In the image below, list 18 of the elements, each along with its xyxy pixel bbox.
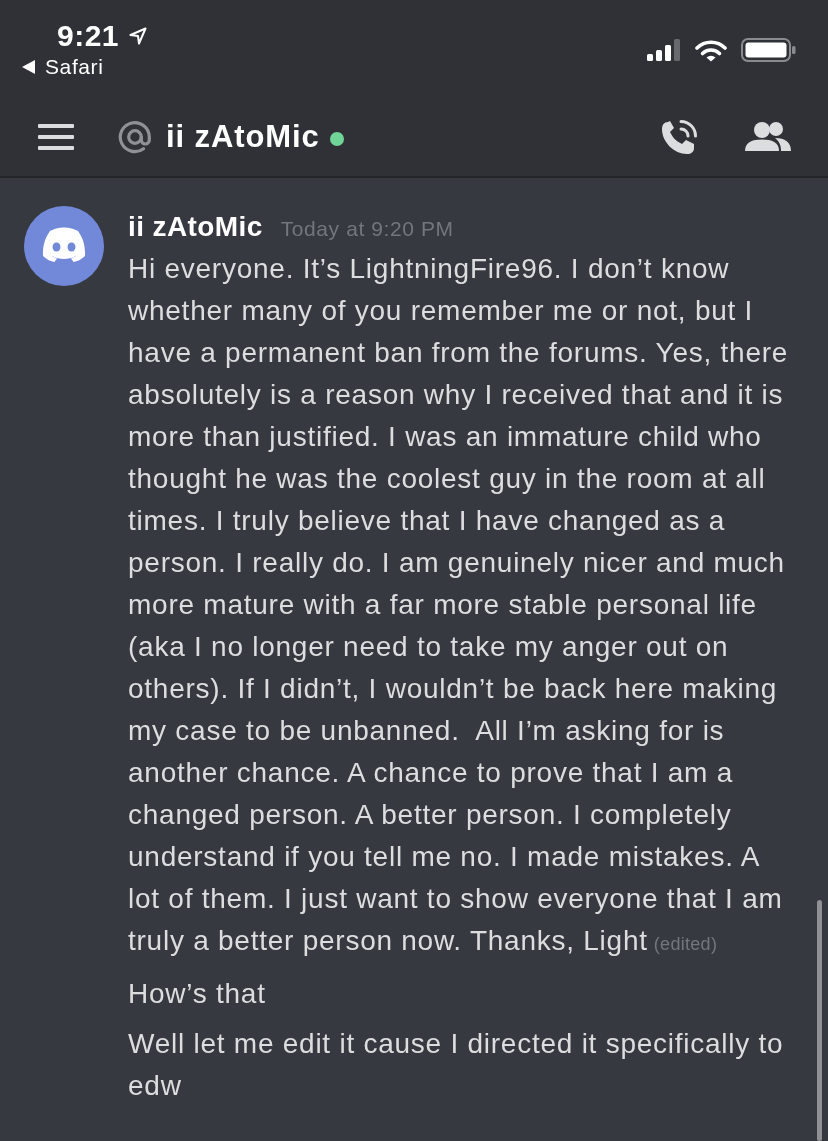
- wifi-icon: [695, 38, 727, 62]
- phone-call-icon[interactable]: [660, 118, 700, 156]
- signal-icon: [647, 39, 681, 61]
- avatar-icon[interactable]: [24, 206, 104, 286]
- message-text: How’s that: [128, 977, 267, 1011]
- channel-title: ii zAtoMic: [166, 119, 320, 155]
- back-triangle-icon: [22, 60, 35, 74]
- message-timestamp: Today at 9:20 PM: [280, 217, 454, 241]
- at-sign-icon: [118, 120, 152, 154]
- status-time: 9:21: [57, 20, 120, 52]
- location-arrow-icon: [129, 27, 148, 45]
- menu-icon[interactable]: [38, 124, 74, 150]
- message-text: Well let me edit it cause I directed it specifically to edw: [128, 1027, 785, 1103]
- back-link[interactable]: Safari: [22, 55, 148, 79]
- members-icon[interactable]: [744, 121, 792, 153]
- battery-icon: [741, 38, 796, 62]
- message-text: Hi everyone. It’s LightningFire96. I don’t know whether many of you remember me or not, but I have a permanent ban from the forums. Yes, there absolutely is a reason why I received that and it is more than justified. I was an immature child who thought he was the coolest guy in the room at all times. I truly believe that I have changed as a person. I really do. I am genuinely nicer and much more mature with a far more stable personal life (aka I no longer need to take my anger out on others). If I didn’t, I wouldn’t be back here making my case to be unbanned. All I’m asking for is another chance. A chance to prove that I am a changed person. A better person. I completely understand if you tell me no. I made mistakes. A lot of them. I just want to show everyone that I am truly a better person now. Thanks, Light (edited): [128, 252, 790, 958]
- author-name: ii zAtoMic: [128, 211, 263, 243]
